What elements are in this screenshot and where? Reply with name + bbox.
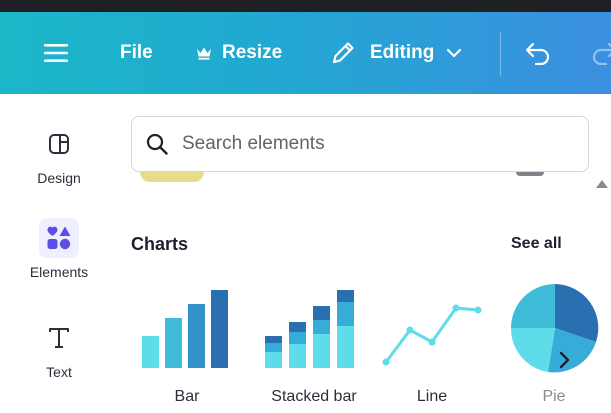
text-icon-wrap (39, 318, 79, 358)
editor-toolbar: File Resize Editing (0, 12, 611, 94)
design-icon-wrap (39, 124, 79, 164)
sidebar-item-design[interactable]: Design (0, 124, 118, 186)
chart-card-label: Line (416, 388, 448, 405)
previous-section-thumbnail (516, 172, 544, 176)
menu-icon (44, 44, 68, 62)
sidebar-item-text[interactable]: Text (0, 318, 118, 380)
editing-mode-dropdown[interactable]: Editing (330, 12, 462, 94)
text-t-icon (49, 328, 69, 348)
chevron-down-icon (447, 48, 462, 58)
chart-card-label: Stacked bar (271, 388, 357, 405)
sidebar-item-label: Text (46, 364, 72, 380)
chart-card-stacked-bar[interactable]: Stacked bar (258, 280, 370, 405)
design-layout-icon (49, 134, 69, 154)
side-panel-nav: Design Elements Text (0, 94, 118, 413)
search-input[interactable] (182, 133, 562, 155)
chart-card-line[interactable]: Line (376, 280, 488, 405)
stacked-bar-chart-thumbnail (265, 290, 354, 368)
menu-button[interactable] (43, 12, 73, 94)
sidebar-item-label: Elements (29, 264, 89, 280)
scroll-up-arrow[interactable] (596, 180, 608, 188)
crown-icon (197, 47, 211, 60)
previous-section-thumbnail (140, 172, 204, 182)
toolbar-divider (500, 32, 501, 76)
redo-button[interactable] (590, 12, 611, 94)
file-menu-label: File (120, 42, 153, 63)
search-box[interactable] (131, 116, 589, 172)
chart-card-bar[interactable]: Bar (131, 280, 243, 405)
sidebar-item-label: Design (37, 170, 81, 186)
redo-icon (592, 42, 611, 65)
chart-card-label: Bar (174, 388, 200, 405)
file-menu-button[interactable]: File (120, 12, 153, 94)
bar-chart-thumbnail (142, 290, 228, 368)
resize-button[interactable]: Resize (196, 12, 282, 94)
search-icon (146, 133, 168, 155)
chart-card-label: Pie (542, 388, 566, 405)
sidebar-item-elements[interactable]: Elements (0, 218, 118, 280)
pencil-icon (332, 42, 354, 64)
elements-panel: Charts See all Bar Stacked bar (118, 94, 611, 413)
elements-shapes-icon (47, 226, 71, 250)
undo-button[interactable] (524, 12, 552, 94)
charts-section-title: Charts (131, 234, 189, 254)
carousel-next-button[interactable] (550, 346, 578, 374)
chevron-right-icon (559, 351, 570, 369)
see-all-link[interactable]: See all (511, 235, 562, 253)
elements-icon-wrap (39, 218, 79, 258)
undo-icon (525, 42, 550, 65)
window-top-strip (0, 0, 611, 12)
editing-mode-label: Editing (370, 42, 435, 63)
resize-label: Resize (222, 42, 283, 63)
line-chart-thumbnail (382, 304, 482, 366)
